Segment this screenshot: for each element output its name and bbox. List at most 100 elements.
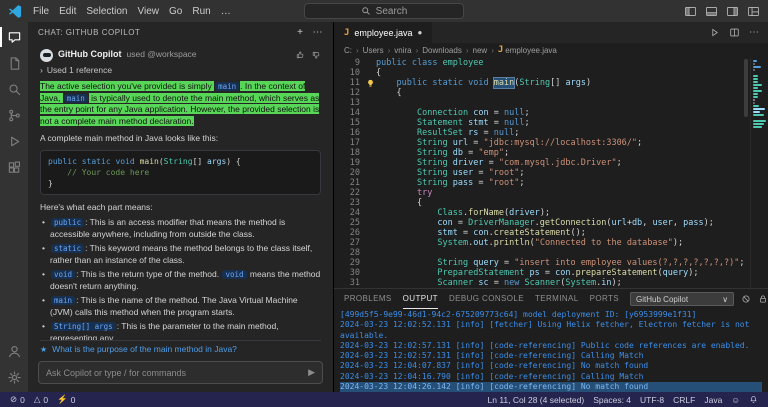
send-icon[interactable]: ▶ <box>308 367 315 378</box>
status-warnings[interactable]: △0 <box>34 394 48 405</box>
output-channel-select[interactable]: GitHub Copilot ∨ <box>630 292 734 306</box>
breadcrumb-item[interactable]: Jemployee.java <box>498 45 557 55</box>
chat-code-block: public static void main(String[] args) {… <box>40 150 321 195</box>
panel-tab-debug-console[interactable]: DEBUG CONSOLE <box>449 289 524 309</box>
activity-item-explorer[interactable] <box>0 50 28 76</box>
log-line: 2024-03-23 12:02:52.131 [info] [fetcher]… <box>340 320 762 341</box>
references-toggle[interactable]: › Used 1 reference <box>40 64 321 78</box>
line-number: 25 <box>334 218 364 228</box>
line-number: 26 <box>334 228 364 238</box>
status-errors[interactable]: ⊘0 <box>10 394 25 405</box>
minimap-line <box>753 96 758 98</box>
thumbs-down-icon[interactable] <box>311 50 321 60</box>
feedback-smiley-icon[interactable]: ☺ <box>731 395 740 405</box>
status-language-mode[interactable]: Java <box>704 395 722 405</box>
status-cursor-position[interactable]: Ln 11, Col 28 (4 selected) <box>488 395 585 405</box>
chat-more-actions-icon[interactable]: ⋯ <box>313 27 324 38</box>
activity-item-search[interactable] <box>0 76 28 102</box>
log-line: 2024-03-23 12:02:57.131 [info] [code-ref… <box>340 351 762 361</box>
bulb-spacer <box>364 68 376 78</box>
status-indentation[interactable]: Spaces: 4 <box>593 395 631 405</box>
code-editor[interactable]: 9public class employee10{11 public stati… <box>334 58 750 288</box>
menu-item-selection[interactable]: Selection <box>81 4 132 19</box>
code-line: 27 System.out.println("Connected to the … <box>334 238 750 248</box>
activity-item-source-control[interactable] <box>0 102 28 128</box>
breadcrumb-item[interactable]: Users <box>363 46 384 55</box>
breadcrumb-item[interactable]: C: <box>344 46 352 55</box>
bullet-dot: • <box>42 269 45 281</box>
status-encoding[interactable]: UTF-8 <box>640 395 664 405</box>
chat-input-container: ▶ <box>38 361 323 384</box>
toggle-primary-sidebar-icon[interactable] <box>684 5 697 18</box>
clear-output-icon[interactable] <box>741 294 751 304</box>
menu-item-file[interactable]: File <box>28 4 54 19</box>
menu-item-run[interactable]: Run <box>187 4 215 19</box>
bottom-panel: PROBLEMS OUTPUT DEBUG CONSOLE TERMINAL PORTS… <box>334 288 768 392</box>
chat-panel-title: CHAT: GITHUB COPILOT <box>38 28 140 37</box>
editor-scrollbar[interactable] <box>744 59 748 117</box>
settings-icon <box>7 370 22 385</box>
menu-item-go[interactable]: Go <box>164 4 187 19</box>
thumbs-up-icon[interactable] <box>295 50 305 60</box>
panel-tab-problems[interactable]: PROBLEMS <box>344 289 392 309</box>
code-line: 28 <box>334 248 750 258</box>
bulb-spacer <box>364 248 376 258</box>
activity-item-account[interactable] <box>0 338 28 364</box>
bulb-spacer <box>364 188 376 198</box>
status-ports-forwarded[interactable]: ⚡0 <box>57 394 75 405</box>
toggle-panel-icon[interactable] <box>705 5 718 18</box>
followup-suggestion[interactable]: ★ What is the purpose of the main method… <box>40 340 321 357</box>
new-chat-icon[interactable]: + <box>297 27 303 38</box>
log-line: 2024-03-23 12:04:26.142 [info] [code-ref… <box>340 382 762 392</box>
bulb-spacer <box>364 98 376 108</box>
activity-bottom <box>0 338 28 392</box>
code-line: 19 String driver = "com.mysql.jdbc.Drive… <box>334 158 750 168</box>
line-number: 24 <box>334 208 364 218</box>
activity-item-extensions[interactable] <box>0 154 28 180</box>
toggle-secondary-sidebar-icon[interactable] <box>726 5 739 18</box>
status-eol[interactable]: CRLF <box>673 395 695 405</box>
minimap[interactable] <box>750 58 768 288</box>
line-number: 31 <box>334 278 364 288</box>
tab-employee-java[interactable]: J employee.java ● <box>334 22 432 43</box>
code-text: String pass = "root"; <box>376 178 524 188</box>
panel-tab-ports[interactable]: PORTS <box>590 289 619 309</box>
split-editor-icon[interactable] <box>729 27 740 38</box>
more-editor-actions-icon[interactable]: ⋯ <box>749 27 759 38</box>
breadcrumb-item[interactable]: Downloads <box>422 46 462 55</box>
code-line: 20 String user = "root"; <box>334 168 750 178</box>
code-line: 30 PreparedStatement ps = con.prepareSta… <box>334 268 750 278</box>
lock-scroll-icon[interactable] <box>758 294 768 304</box>
run-java-icon[interactable] <box>709 27 720 38</box>
chat-input[interactable] <box>46 368 303 378</box>
activity-item-run-debug[interactable] <box>0 128 28 154</box>
line-number: 20 <box>334 168 364 178</box>
answer-text: The active selection you've provided is … <box>40 81 214 91</box>
command-center-search[interactable]: Search <box>304 3 464 19</box>
inline-code-chip: main <box>64 94 88 103</box>
code-text: public static void main(String[] args) <box>376 78 591 88</box>
breadcrumb-item[interactable]: vnira <box>394 46 411 55</box>
lightbulb-icon[interactable] <box>364 78 376 88</box>
menu-item-edit[interactable]: Edit <box>54 4 81 19</box>
code-line: 31 Scanner sc = new Scanner(System.in); <box>334 278 750 288</box>
search-icon <box>7 82 22 97</box>
customize-layout-icon[interactable] <box>747 5 760 18</box>
code-line: 18 String db = "emp"; <box>334 148 750 158</box>
menu-item-view[interactable]: View <box>133 4 165 19</box>
code-line: 21 String pass = "root"; <box>334 178 750 188</box>
breadcrumb-item[interactable]: new <box>473 46 488 55</box>
activity-item-settings[interactable] <box>0 364 28 390</box>
code-text: String user = "root"; <box>376 168 524 178</box>
menu-item-more[interactable]: … <box>216 4 236 19</box>
status-errors-count: 0 <box>20 395 25 405</box>
panel-tab-output[interactable]: OUTPUT <box>403 289 438 309</box>
minimap-line <box>753 75 758 77</box>
panel-tab-terminal[interactable]: TERMINAL <box>535 289 579 309</box>
code-line: 17 String url = "jdbc:mysql://localhost:… <box>334 138 750 148</box>
code-text: System.out.println("Connected to the dat… <box>376 238 683 248</box>
notifications-bell-icon[interactable] <box>749 395 758 404</box>
code-text: Scanner sc = new Scanner(System.in); <box>376 278 622 288</box>
code-text: String db = "emp"; <box>376 148 509 158</box>
activity-item-copilot-chat[interactable] <box>0 24 28 50</box>
